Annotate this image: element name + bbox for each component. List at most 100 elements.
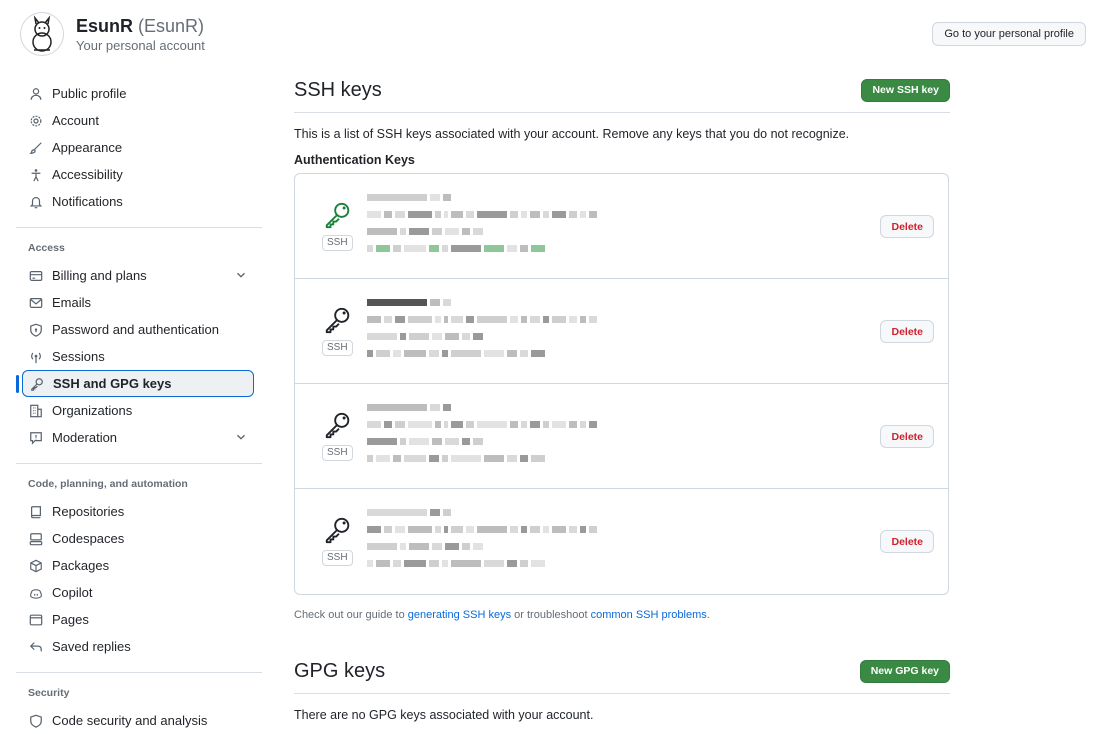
redacted-line [367, 228, 677, 235]
sidebar-item-label: Password and authentication [52, 322, 219, 337]
auth-keys-title: Authentication Keys [294, 153, 415, 167]
sidebar-item-label: Notifications [52, 194, 123, 209]
package-icon [28, 558, 44, 574]
sidebar-item-organizations[interactable]: Organizations [16, 397, 262, 424]
sidebar-item-saved-replies[interactable]: Saved replies [16, 633, 262, 660]
chevron-down-icon[interactable] [234, 268, 248, 285]
credit-card-icon [28, 268, 44, 284]
codespaces-icon [28, 531, 44, 547]
redacted-line [367, 455, 677, 462]
delete-key-button[interactable]: Delete [880, 215, 934, 238]
shield-icon [28, 713, 44, 729]
sidebar-item-password-and-authentication[interactable]: Password and authentication [16, 316, 262, 343]
cat-avatar-icon [32, 15, 52, 52]
mail-icon [28, 295, 44, 311]
sidebar-item-code-security-and-analysis[interactable]: Code security and analysis [16, 707, 262, 734]
section-title-security: Security [28, 687, 70, 699]
sidebar-item-accessibility[interactable]: Accessibility [16, 161, 262, 188]
ssh-section-header: SSH keys New SSH key [294, 76, 950, 113]
sidebar-item-label: Appearance [52, 140, 123, 155]
avatar[interactable] [20, 12, 64, 56]
guide-middle: or troubleshoot [514, 609, 588, 621]
gear-icon [28, 113, 44, 129]
sidebar-item-codespaces[interactable]: Codespaces [16, 525, 262, 552]
sidebar-item-ssh-and-gpg-keys[interactable]: SSH and GPG keys [16, 370, 254, 397]
ssh-type-label: SSH [322, 550, 353, 566]
ssh-type-label: SSH [322, 340, 353, 356]
ssh-type-label: SSH [322, 235, 353, 251]
gpg-empty-text: There are no GPG keys associated with yo… [294, 708, 594, 722]
redacted-line [367, 194, 677, 201]
sidebar-item-billing-and-plans[interactable]: Billing and plans [16, 262, 262, 289]
sidebar-item-pages[interactable]: Pages [16, 606, 262, 633]
redacted-line [367, 245, 677, 252]
ssh-key-row: SSH Delete [295, 279, 948, 384]
settings-sidebar: Public profile Account Appearance Accessibi… [16, 76, 262, 734]
section-title-access: Access [28, 242, 65, 254]
redacted-line [367, 316, 677, 323]
redacted-line [367, 543, 677, 550]
redacted-line [367, 438, 677, 445]
sidebar-item-public-profile[interactable]: Public profile [16, 80, 262, 107]
redacted-line [367, 509, 677, 516]
sidebar-divider [16, 463, 262, 464]
key-icon [323, 410, 353, 440]
user-handle: (EsunR) [138, 16, 205, 36]
redacted-key-details [367, 404, 677, 474]
sidebar-item-label: Codespaces [52, 531, 125, 546]
sidebar-item-label: Emails [52, 295, 92, 310]
sidebar-item-label: Billing and plans [52, 268, 147, 283]
sidebar-item-notifications[interactable]: Notifications [16, 188, 262, 215]
sidebar-item-label: Copilot [52, 585, 93, 600]
redacted-line [367, 211, 677, 218]
section-title-code: Code, planning, and automation [28, 478, 188, 490]
redacted-key-details [367, 509, 677, 579]
sidebar-item-label: Moderation [52, 430, 118, 445]
delete-key-button[interactable]: Delete [880, 425, 934, 448]
guide-prefix: Check out our guide to [294, 609, 405, 621]
redacted-key-details [367, 194, 677, 264]
guide-suffix: . [706, 609, 710, 621]
sidebar-item-label: Organizations [52, 403, 133, 418]
ssh-type-label: SSH [322, 445, 353, 461]
new-ssh-key-button[interactable]: New SSH key [861, 78, 950, 102]
delete-key-button[interactable]: Delete [880, 530, 934, 553]
account-subtitle: Your personal account [76, 38, 205, 53]
organization-icon [28, 403, 44, 419]
active-indicator [16, 375, 19, 393]
key-icon [323, 515, 353, 545]
copilot-icon [28, 585, 44, 601]
sidebar-item-label: Sessions [52, 349, 105, 364]
redacted-line [367, 526, 677, 533]
account-header: EsunR (EsunR) Your personal account [20, 12, 205, 56]
sidebar-item-repositories[interactable]: Repositories [16, 498, 262, 525]
sidebar-item-copilot[interactable]: Copilot [16, 579, 262, 606]
common-ssh-problems-link[interactable]: common SSH problems [591, 609, 707, 621]
gpg-section-header: GPG keys New GPG key [294, 657, 950, 694]
delete-key-button[interactable]: Delete [880, 320, 934, 343]
report-icon [28, 430, 44, 446]
go-to-profile-button[interactable]: Go to your personal profile [932, 22, 1086, 46]
key-icon [323, 200, 353, 230]
redacted-line [367, 333, 677, 340]
bell-icon [28, 194, 44, 210]
redacted-line [367, 299, 677, 306]
sidebar-divider [16, 227, 262, 228]
sidebar-item-moderation[interactable]: Moderation [16, 424, 262, 451]
ssh-key-row: SSH Delete [295, 384, 948, 489]
chevron-down-icon[interactable] [234, 430, 248, 447]
main-content: SSH keys New SSH key This is a list of S… [294, 76, 950, 722]
sidebar-item-emails[interactable]: Emails [16, 289, 262, 316]
sidebar-item-packages[interactable]: Packages [16, 552, 262, 579]
ssh-intro: This is a list of SSH keys associated wi… [294, 127, 850, 141]
new-gpg-key-button[interactable]: New GPG key [859, 659, 950, 683]
sidebar-item-appearance[interactable]: Appearance [16, 134, 262, 161]
sidebar-item-label: Saved replies [52, 639, 131, 654]
generating-ssh-keys-link[interactable]: generating SSH keys [408, 609, 511, 621]
ssh-key-row: SSH Delete [295, 489, 948, 594]
sidebar-item-sessions[interactable]: Sessions [16, 343, 262, 370]
reply-icon [28, 639, 44, 655]
repo-icon [28, 504, 44, 520]
sidebar-item-account[interactable]: Account [16, 107, 262, 134]
redacted-line [367, 560, 677, 567]
